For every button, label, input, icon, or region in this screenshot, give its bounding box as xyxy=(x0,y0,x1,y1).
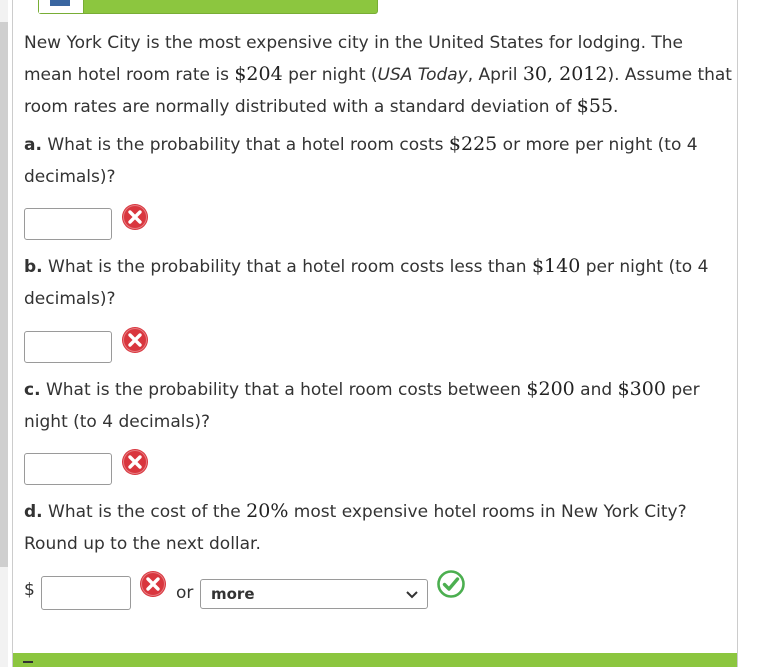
mean-value: $204 xyxy=(234,63,283,85)
panel-border-right xyxy=(737,0,738,667)
question-letter: b. xyxy=(24,257,43,277)
x-circle-icon xyxy=(122,327,148,353)
answer-a-input[interactable] xyxy=(24,208,112,240)
select-value: more xyxy=(211,585,255,603)
x-circle-icon xyxy=(140,571,166,597)
intro-text: . xyxy=(613,97,619,117)
question-b: b. What is the probability that a hotel … xyxy=(24,250,730,315)
ebook-button[interactable] xyxy=(38,0,378,14)
date-year: 2012 xyxy=(559,63,608,85)
question-letter: a. xyxy=(24,135,42,155)
date-day: 30 xyxy=(522,63,548,85)
x-circle-icon xyxy=(122,204,148,230)
question-c: c. What is the probability that a hotel … xyxy=(24,373,730,438)
more-less-select[interactable]: more xyxy=(200,579,428,609)
question-text: What is the probability that a hotel roo… xyxy=(41,135,449,155)
question-text: What is the cost of the xyxy=(42,502,247,522)
answer-c-input[interactable] xyxy=(24,453,112,485)
left-scrollbar[interactable] xyxy=(0,22,8,567)
chevron-down-icon xyxy=(406,591,418,599)
answer-b-input[interactable] xyxy=(24,331,112,363)
question-value: $140 xyxy=(531,255,581,277)
question-value: $300 xyxy=(617,378,666,400)
intro-text: , April xyxy=(467,65,523,85)
question-letter: c. xyxy=(24,380,41,400)
answer-d-input[interactable] xyxy=(41,576,131,610)
x-circle-icon xyxy=(122,449,148,475)
check-circle-icon xyxy=(437,570,465,598)
question-text: What is the probability that a hotel roo… xyxy=(40,380,527,400)
dash-icon xyxy=(23,661,33,663)
next-section-bar[interactable] xyxy=(13,653,737,667)
or-label: or xyxy=(176,583,194,603)
book-icon xyxy=(39,0,84,13)
intro-text: per night ( xyxy=(282,65,378,85)
currency-symbol: $ xyxy=(24,580,35,600)
question-a: a. What is the probability that a hotel … xyxy=(24,128,730,193)
question-value: $200 xyxy=(526,378,575,400)
panel-border-left xyxy=(12,0,13,667)
question-letter: d. xyxy=(24,502,43,522)
question-value: 20% xyxy=(246,500,289,522)
problem-intro: New York City is the most expensive city… xyxy=(24,28,732,123)
question-value: $225 xyxy=(448,133,498,155)
sd-value: $55 xyxy=(576,95,614,117)
date-comma: , xyxy=(547,63,560,85)
question-d: d. What is the cost of the 20% most expe… xyxy=(24,495,730,560)
question-text: What is the probability that a hotel roo… xyxy=(42,257,532,277)
source-name: USA Today xyxy=(377,65,468,85)
question-text: and xyxy=(574,380,618,400)
